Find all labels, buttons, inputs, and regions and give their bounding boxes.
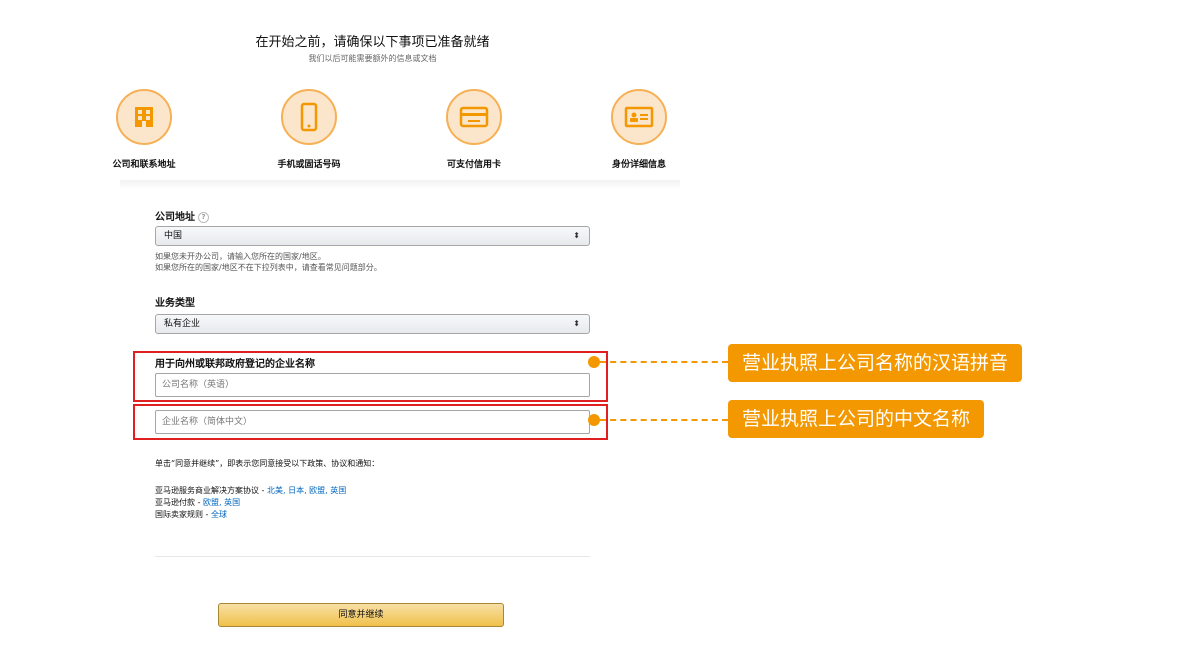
policy-international: 国际卖家规则 - 全球 — [155, 510, 227, 519]
help-icon[interactable]: ? — [198, 211, 209, 223]
section-divider — [120, 180, 680, 190]
policy-payments: 亚马逊付款 - 欧盟, 英国 — [155, 498, 241, 507]
select-arrows-icon: ⬍ — [573, 231, 580, 240]
requirement-label-card: 可支付信用卡 — [446, 160, 501, 170]
callout-pinyin: 营业执照上公司名称的汉语拼音 — [728, 344, 1023, 382]
page-subtitle: 我们以后可能需要额外的信息或文档 — [308, 54, 437, 63]
company-address-label: 公司地址? — [155, 208, 209, 223]
callout-chinese: 营业执照上公司的中文名称 — [728, 400, 985, 438]
business-type-select[interactable]: 私有企业 ⬍ — [155, 314, 590, 334]
agree-continue-button[interactable]: 同意并继续 — [218, 603, 504, 627]
country-hint-2: 如果您所在的国家/地区不在下拉列表中，请查看常见问题部分。 — [155, 263, 382, 272]
page-title: 在开始之前，请确保以下事项已准备就绪 — [255, 35, 490, 50]
policy-services-links[interactable]: 北美, 日本, 欧盟, 英国 — [267, 486, 346, 495]
callout-dashed-line — [600, 419, 728, 421]
requirement-label-phone: 手机或固话号码 — [277, 160, 341, 170]
policy-payments-links[interactable]: 欧盟, 英国 — [203, 498, 240, 507]
select-arrows-icon: ⬍ — [573, 319, 580, 328]
agreement-intro: 单击“同意并继续”，即表示您同意接受以下政策、协议和通知： — [155, 459, 380, 468]
callout-dot — [588, 414, 600, 426]
legal-name-label: 用于向州或联邦政府登记的企业名称 — [155, 359, 315, 370]
requirement-label-id: 身份详细信息 — [611, 160, 666, 170]
country-select[interactable]: 中国 ⬍ — [155, 226, 590, 246]
policy-international-links[interactable]: 全球 — [211, 510, 227, 519]
footer-divider — [155, 556, 590, 557]
requirement-label-address: 公司和联系地址 — [112, 160, 176, 170]
company-name-english-input[interactable]: 公司名称（英语） — [155, 373, 590, 397]
country-hint-1: 如果您未开办公司，请输入您所在的国家/地区。 — [155, 252, 326, 261]
phone-icon — [281, 89, 337, 145]
id-card-icon — [611, 89, 667, 145]
credit-card-icon — [446, 89, 502, 145]
callout-dashed-line — [600, 361, 728, 363]
company-name-chinese-input[interactable]: 企业名称（简体中文） — [155, 410, 590, 434]
callout-dot — [588, 356, 600, 368]
building-icon — [116, 89, 172, 145]
business-type-label: 业务类型 — [155, 298, 195, 309]
policy-services: 亚马逊服务商业解决方案协议 - 北美, 日本, 欧盟, 英国 — [155, 486, 347, 495]
